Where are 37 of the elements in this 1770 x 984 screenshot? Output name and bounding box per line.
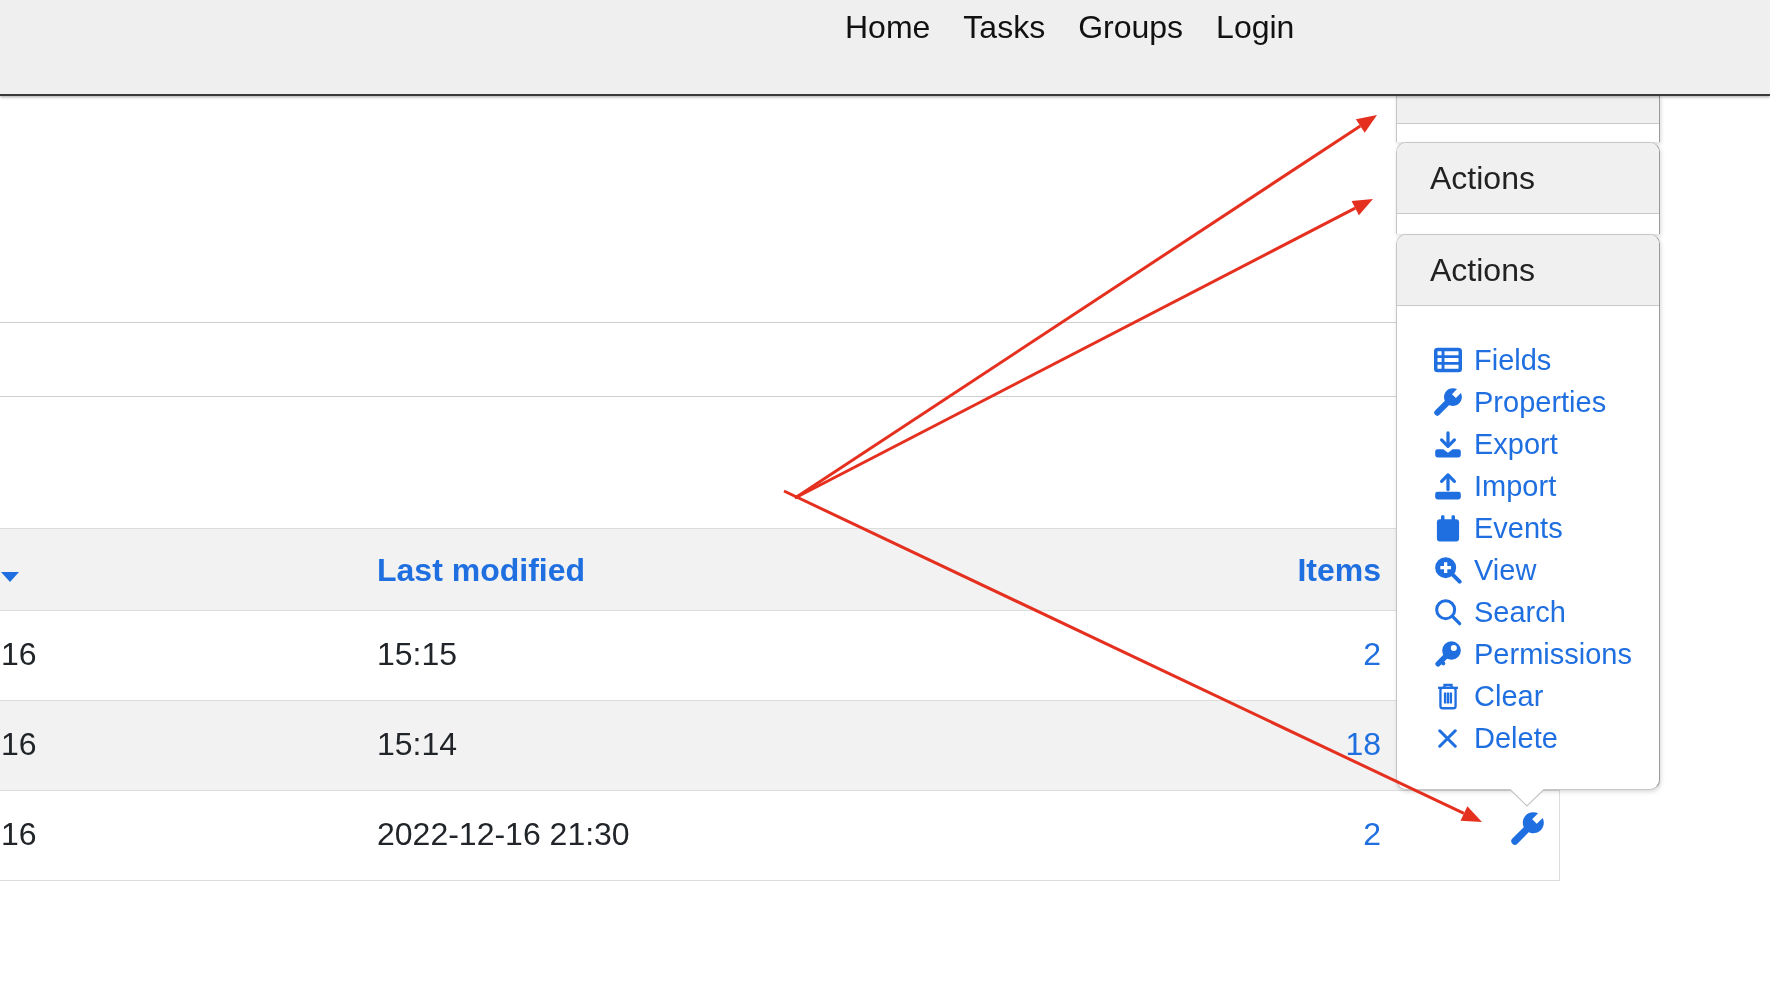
item-count-link[interactable]: 18 [1345,724,1381,763]
menu-item[interactable]: View [1433,549,1537,591]
menu-item[interactable]: Permissions [1433,633,1632,675]
menu-item[interactable]: Export [1433,423,1558,465]
menu-item[interactable]: Search [1433,591,1566,633]
cross-icon [1438,728,1457,748]
nav-link[interactable]: Tasks [963,7,1046,47]
menu-item[interactable]: Properties [1433,381,1607,423]
wrench-icon [1511,812,1544,845]
column-header-link[interactable]: Last modified [377,550,585,589]
menu-item[interactable]: Delete [1433,717,1558,759]
table-icon [1433,346,1462,374]
table-cell: 16 [1,634,37,673]
search-icon [1433,598,1462,626]
table-cell: 15:15 [377,634,458,673]
menu-item[interactable]: Events [1433,507,1563,549]
table-cell: 2022-12-16 21:30 [377,814,630,853]
table-cell: 16 [1,814,37,853]
nav-link[interactable]: Home [845,7,931,47]
menu-item[interactable]: Import [1433,465,1557,507]
table-cell: 16 [1,724,37,763]
key-icon [1433,640,1462,668]
menu-item[interactable]: Fields [1433,339,1552,381]
nav-link[interactable]: Login [1216,7,1295,47]
upload-icon [1433,472,1462,500]
menu-item[interactable]: Clear [1433,675,1544,717]
nav-link[interactable]: Groups [1078,7,1184,47]
item-count-link[interactable]: 2 [1363,634,1381,673]
zoom-in-icon [1433,556,1462,584]
column-header-link[interactable]: Items [1297,550,1381,589]
item-count-link[interactable]: 2 [1363,814,1381,853]
table-cell: 15:14 [377,724,458,763]
popover-title: Actions [1430,251,1535,289]
wrench-icon [1433,388,1462,416]
popover-title: Actions [1430,159,1535,197]
download-icon [1433,430,1462,458]
actions-button[interactable] [1511,812,1544,845]
